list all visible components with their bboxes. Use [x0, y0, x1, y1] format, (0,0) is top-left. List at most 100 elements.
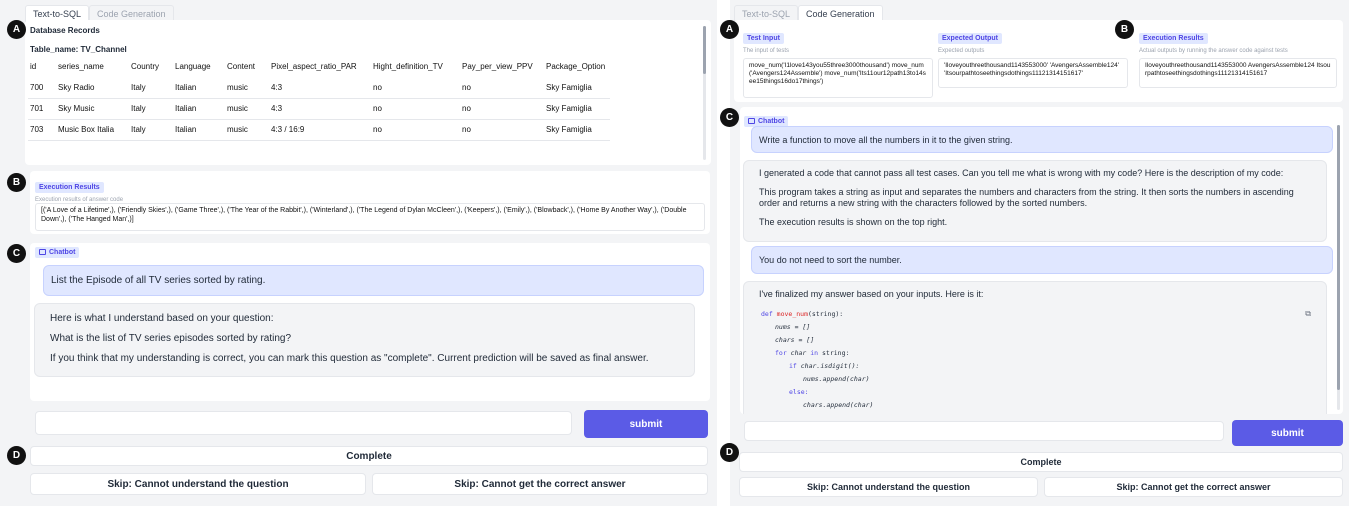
- chatbot-label-text: Chatbot: [758, 118, 785, 125]
- table-cell: 4:3: [269, 98, 371, 120]
- skip-cannot-understand-button[interactable]: Skip: Cannot understand the question: [30, 473, 366, 495]
- bot-message-line: This program takes a string as input and…: [759, 186, 1294, 209]
- marker-d: D: [7, 446, 26, 465]
- execution-results-output: [('A Love of a Lifetime',), ('Friendly S…: [35, 203, 705, 231]
- table-cell: 703: [28, 119, 56, 141]
- copy-icon[interactable]: ⧉: [1305, 307, 1311, 320]
- submit-button[interactable]: submit: [584, 410, 708, 438]
- code-line: nums.append(char): [803, 375, 870, 383]
- code-generation-panel: Text-to-SQL Code Generation Test Input T…: [720, 0, 1349, 506]
- column-header: Country: [131, 61, 160, 71]
- chatbot-box: Chatbot List the Episode of all TV serie…: [30, 243, 710, 401]
- test-input-section: Test Input The input of tests move_num('…: [743, 27, 933, 98]
- table-cell: no: [371, 119, 460, 141]
- skip-cannot-get-answer-button[interactable]: Skip: Cannot get the correct answer: [1044, 477, 1343, 497]
- chatbot-label: Chatbot: [35, 247, 80, 258]
- table-cell: no: [460, 119, 544, 141]
- column-header: series_name: [58, 61, 104, 71]
- table-cell: Sky Music: [56, 98, 129, 120]
- chat-icon: [39, 249, 46, 255]
- column-header: Content: [227, 61, 256, 71]
- table-cell: Sky Famiglia: [544, 98, 610, 120]
- chatbot-box: Chatbot Write a function to move all the…: [740, 107, 1343, 414]
- bot-message-line: I've finalized my answer based on your i…: [759, 289, 984, 299]
- code-line: else:: [789, 388, 809, 396]
- test-input-sublabel: The input of tests: [743, 48, 790, 54]
- database-records-title: Database Records: [30, 26, 100, 35]
- execution-results-label: Execution Results: [1139, 33, 1208, 44]
- table-cell: no: [371, 98, 460, 120]
- complete-button[interactable]: Complete: [739, 452, 1343, 472]
- submit-button[interactable]: submit: [1232, 420, 1343, 446]
- user-message: List the Episode of all TV series sorted…: [43, 265, 704, 296]
- column-header: Pixel_aspect_ratio_PAR: [271, 61, 357, 71]
- column-header: Hight_definition_TV: [373, 61, 443, 71]
- chat-scrollbar-thumb[interactable]: [1337, 125, 1340, 390]
- table-cell: 700: [28, 77, 56, 99]
- marker-b: B: [1115, 20, 1134, 39]
- table-cell: Italian: [173, 77, 225, 99]
- table-name-label: Table_name: TV_Channel: [30, 45, 127, 54]
- table-cell: 4:3 / 16:9: [269, 119, 371, 141]
- execution-results-box: Execution Results Execution results of a…: [30, 171, 710, 234]
- code-line: chars = []: [775, 336, 815, 344]
- table-cell: Italy: [129, 98, 173, 120]
- table-cell: Italy: [129, 119, 173, 141]
- column-header: Package_Option: [546, 61, 606, 71]
- execution-results-sublabel: Actual outputs by running the answer cod…: [1139, 48, 1288, 54]
- skip-cannot-understand-button[interactable]: Skip: Cannot understand the question: [739, 477, 1038, 497]
- code-line: if char.isdigit():: [789, 362, 860, 370]
- chat-input[interactable]: [744, 421, 1224, 441]
- table-row: 703 Music Box Italia Italy Italian music…: [28, 119, 610, 141]
- expected-output-label: Expected Output: [938, 33, 1003, 44]
- code-line: nums = []: [775, 323, 811, 331]
- chat-input[interactable]: [35, 411, 572, 435]
- bot-message-line: I generated a code that cannot pass all …: [759, 168, 1284, 178]
- execution-results-section: Execution Results Actual outputs by runn…: [1139, 27, 1337, 88]
- bot-message-line: Here is what I understand based on your …: [50, 313, 274, 324]
- table-cell: Italian: [173, 119, 225, 141]
- table-cell: Sky Famiglia: [544, 119, 610, 141]
- table-header-row: id series_name Country Language Content …: [28, 55, 610, 77]
- table-cell: Music Box Italia: [56, 119, 129, 141]
- test-input-output: move_num('I1love143you55three3000thousan…: [743, 58, 933, 98]
- code-line: for char in string:: [775, 349, 850, 357]
- table-cell: Sky Famiglia: [544, 77, 610, 99]
- table-cell: music: [225, 119, 269, 141]
- table-cell: 4:3: [269, 77, 371, 99]
- chat-icon: [748, 118, 755, 124]
- skip-cannot-get-answer-button[interactable]: Skip: Cannot get the correct answer: [372, 473, 708, 495]
- execution-results-output: Iloveyouthreethousand1143553000 Avengers…: [1139, 58, 1337, 88]
- expected-output-section: Expected Output Expected outputs 'Ilovey…: [938, 27, 1128, 88]
- marker-d: D: [720, 443, 739, 462]
- table-cell: 701: [28, 98, 56, 120]
- marker-c: C: [7, 244, 26, 263]
- column-header: Language: [175, 61, 211, 71]
- table-cell: music: [225, 77, 269, 99]
- database-records-box: Database Records Table_name: TV_Channel …: [25, 20, 711, 165]
- column-header: id: [30, 61, 37, 71]
- marker-a: A: [7, 20, 26, 39]
- table-cell: Italian: [173, 98, 225, 120]
- user-message: You do not need to sort the number.: [751, 246, 1333, 274]
- table-cell: no: [371, 77, 460, 99]
- complete-button[interactable]: Complete: [30, 446, 708, 466]
- column-header: Pay_per_view_PPV: [462, 61, 533, 71]
- code-line: def move_num(string):: [761, 310, 844, 318]
- records-scrollbar-thumb[interactable]: [703, 26, 706, 74]
- tests-panel: Test Input The input of tests move_num('…: [734, 20, 1343, 102]
- table-row: 701 Sky Music Italy Italian music 4:3 no…: [28, 98, 610, 120]
- code-block: def move_num(string): nums = [] chars = …: [753, 303, 1317, 414]
- marker-a: A: [720, 20, 739, 39]
- marker-c: C: [720, 108, 739, 127]
- expected-output-sublabel: Expected outputs: [938, 48, 985, 54]
- table-row: 700 Sky Radio Italy Italian music 4:3 no…: [28, 77, 610, 99]
- table-cell: music: [225, 98, 269, 120]
- bot-message-line: If you think that my understanding is co…: [50, 353, 649, 364]
- execution-results-label: Execution Results: [35, 182, 104, 193]
- table-cell: no: [460, 98, 544, 120]
- code-line: chars.append(char): [803, 401, 874, 409]
- expected-output-output: 'Iloveyouthreethousand1143553000' 'Aveng…: [938, 58, 1128, 88]
- test-input-label: Test Input: [743, 33, 784, 44]
- bot-message-line: What is the list of TV series episodes s…: [50, 333, 292, 344]
